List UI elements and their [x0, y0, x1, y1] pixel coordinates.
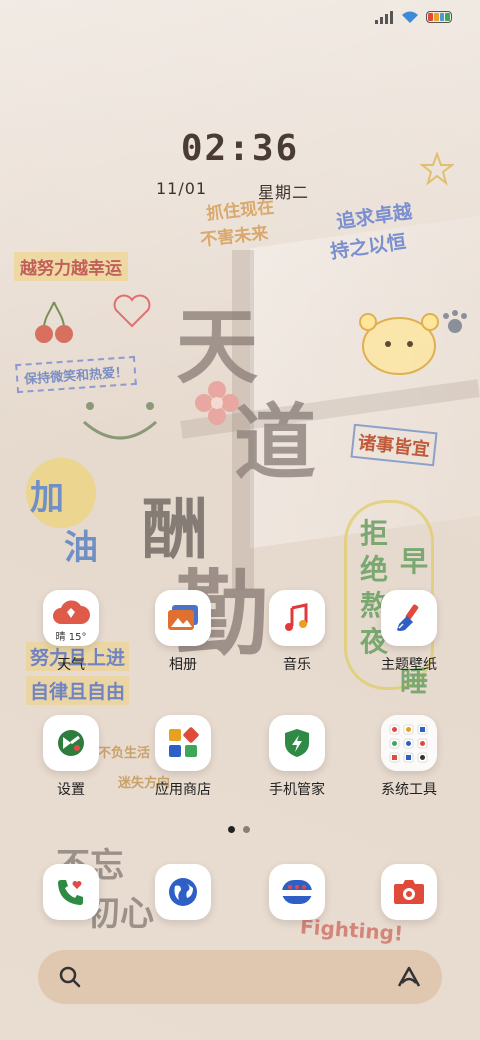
app-phone-manager[interactable]: 手机管家 [242, 715, 352, 799]
battery-segment [439, 13, 445, 21]
sticker-text: 拒 [360, 517, 389, 550]
wifi-icon [402, 11, 418, 23]
sticker-text: 油 [64, 528, 98, 568]
sticker-text: 绝 [360, 553, 389, 586]
app-settings[interactable]: 设置 [16, 715, 126, 799]
phone-icon [43, 864, 99, 920]
status-bar [374, 10, 452, 24]
app-label: 音乐 [283, 657, 311, 673]
app-label: 手机管家 [269, 782, 325, 798]
clock-date: 11/01 [156, 179, 208, 198]
app-weather[interactable]: 晴 15° 天气 [16, 590, 126, 674]
tiger-face-icon [359, 313, 439, 375]
paw-icon [443, 310, 467, 333]
smile-icon [83, 402, 157, 440]
app-store[interactable]: 应用商店 [128, 715, 238, 799]
sticker-text: 自律且自由 [26, 676, 130, 705]
signal-bars-icon [375, 11, 393, 24]
dock-messages[interactable] [242, 864, 352, 920]
security-shield-icon [269, 715, 325, 771]
gallery-icon [155, 590, 211, 646]
battery-segment [445, 13, 450, 21]
page-dot-active[interactable] [228, 826, 235, 833]
page-indicator[interactable] [228, 826, 250, 833]
dock-phone[interactable] [16, 864, 126, 920]
battery-segment [428, 13, 433, 21]
app-label: 相册 [169, 657, 197, 673]
app-label: 系统工具 [381, 782, 437, 798]
weather-cloud-icon: 晴 15° [43, 590, 99, 646]
settings-icon [43, 715, 99, 771]
clock-weekday: 星期二 [258, 183, 310, 202]
sticker-text: 加 [30, 478, 64, 518]
battery-icon [426, 11, 452, 23]
camera-icon [381, 864, 437, 920]
music-note-icon [269, 590, 325, 646]
search-icon[interactable] [58, 965, 82, 989]
cherry-icon [35, 301, 73, 343]
wallpaper-character: 道 [234, 395, 317, 491]
sticker-text: 保持微笑和热爱！ [15, 355, 137, 394]
heart-icon [113, 294, 151, 328]
dock-browser[interactable] [128, 864, 238, 920]
app-store-icon [155, 715, 211, 771]
page-dot[interactable] [243, 826, 250, 833]
app-folder-system-tools[interactable]: 系统工具 [354, 715, 464, 799]
app-label: 应用商店 [155, 782, 211, 798]
dock-camera[interactable] [354, 864, 464, 920]
app-music[interactable]: 音乐 [242, 590, 352, 674]
theme-brush-icon [381, 590, 437, 646]
clock-time[interactable]: 02:36 [0, 128, 480, 169]
flower-icon [195, 381, 239, 425]
app-label: 设置 [57, 782, 85, 798]
app-label: 天气 [57, 657, 85, 673]
search-bar[interactable] [38, 950, 442, 1004]
messages-icon [269, 864, 325, 920]
weather-badge: 晴 15° [55, 632, 87, 643]
battery-segment [433, 13, 439, 21]
app-themes[interactable]: 主题壁纸 [354, 590, 464, 674]
assistant-icon[interactable] [396, 965, 422, 989]
system-tools-folder-icon [381, 715, 437, 771]
app-label: 主题壁纸 [381, 657, 437, 673]
sticker-text: 早 [400, 545, 429, 578]
browser-globe-icon [155, 864, 211, 920]
sticker-text: 越努力越幸运 [14, 252, 128, 281]
app-gallery[interactable]: 相册 [128, 590, 238, 674]
